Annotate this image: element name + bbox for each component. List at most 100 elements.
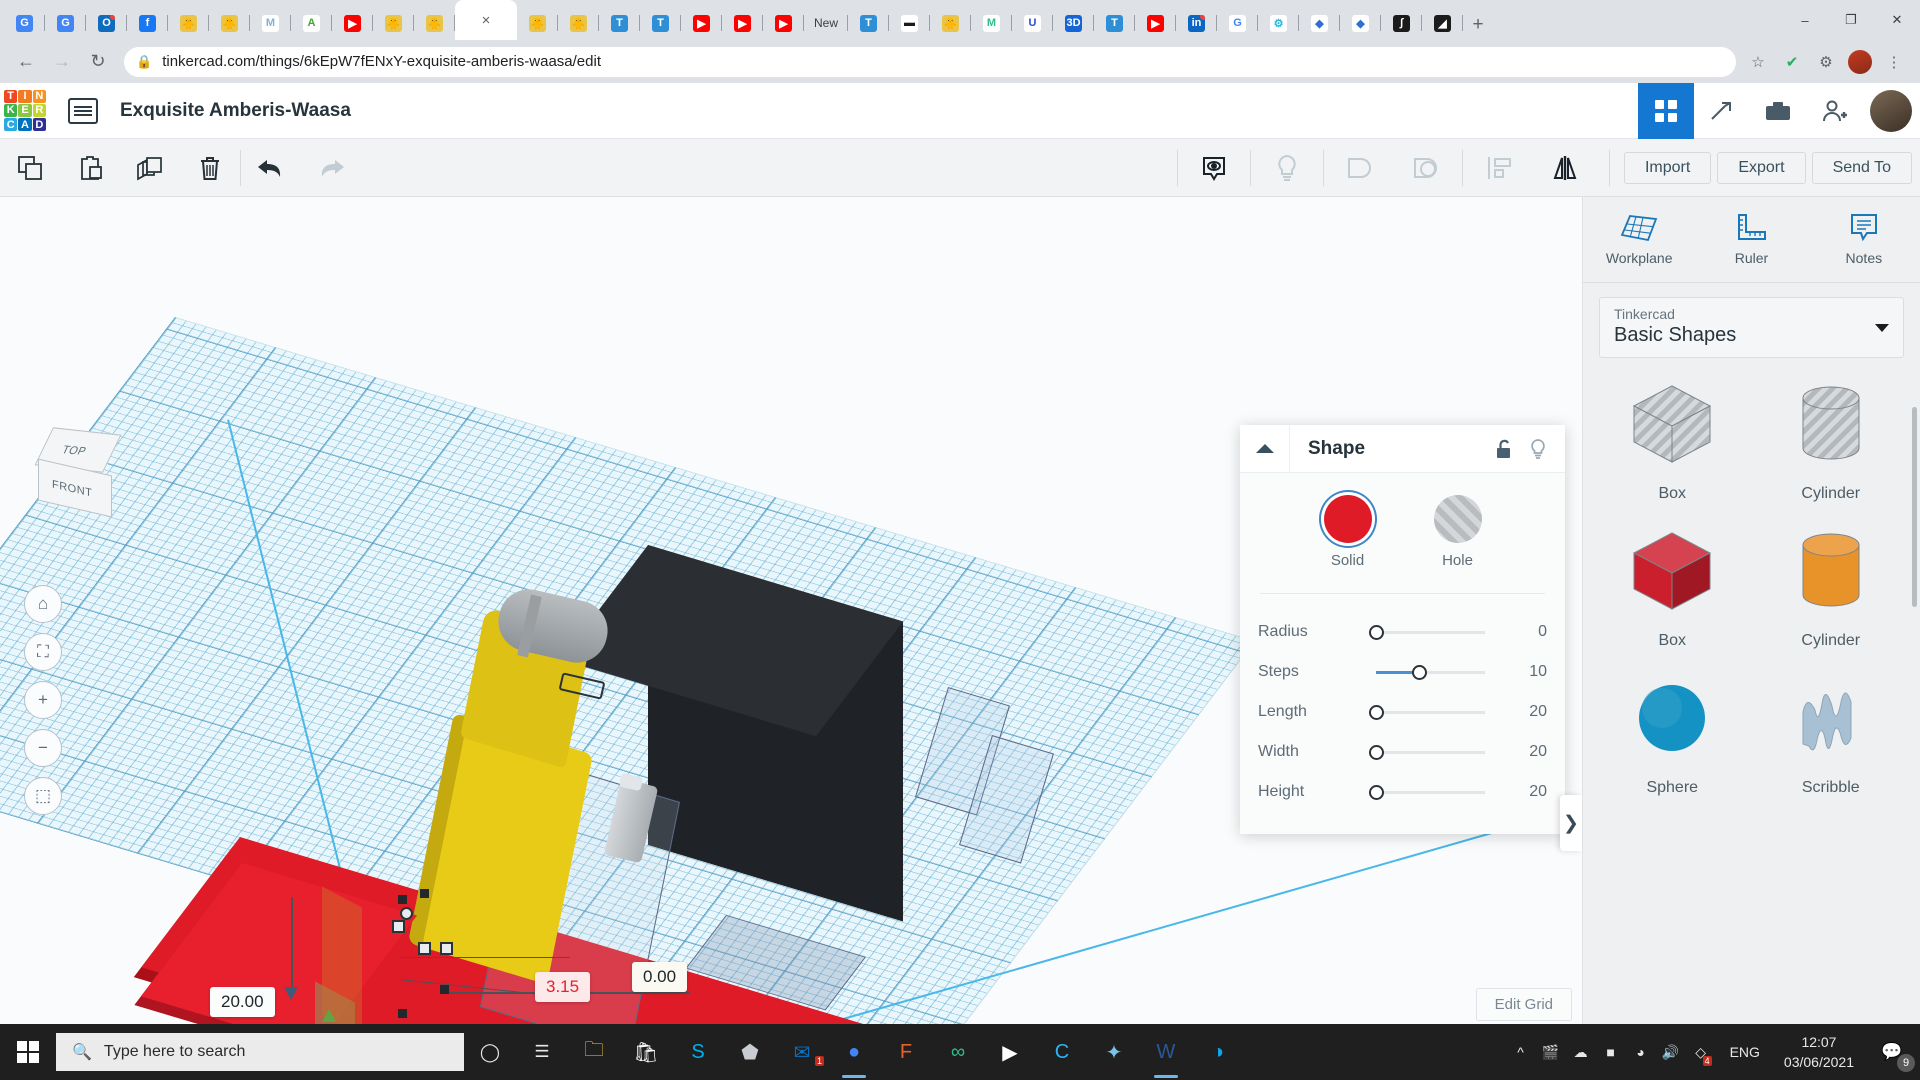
windows-start-icon[interactable]	[0, 1024, 56, 1080]
delete-button[interactable]	[180, 139, 240, 197]
resize-handle-e[interactable]	[440, 942, 453, 955]
tab-strip[interactable]: GGOf🐥🐥MA▶🐥🐥×🐥🐥TT▶▶▶NewT▬🐥MU3DT▶inG⚙◆◆∫◢+	[0, 0, 1920, 40]
windows-taskbar[interactable]: 🔍 Type here to search ◯ ☰ 🗀🛍S⬟✉1●F∞▶C✦W◑…	[0, 1024, 1920, 1080]
browser-tab-tinkercad[interactable]: 🐥	[558, 6, 599, 40]
taskbar-mail[interactable]: ✉1	[776, 1024, 828, 1080]
taskbar-cool-app[interactable]: C	[1036, 1024, 1088, 1080]
maximize-button[interactable]: ❐	[1828, 0, 1874, 40]
caret-up-icon[interactable]	[1240, 425, 1290, 473]
view-cube[interactable]: TOP FRONT	[30, 429, 126, 515]
shape-box-hole[interactable]: Box	[1593, 378, 1752, 503]
dim-elevation-label[interactable]: 0.00	[632, 962, 687, 992]
gallery-icon[interactable]	[1750, 83, 1806, 139]
shape-type-swatches[interactable]: Solid Hole	[1240, 495, 1565, 587]
unlock-icon[interactable]	[1487, 425, 1521, 473]
copy-button[interactable]	[0, 139, 60, 197]
edit-grid-button[interactable]: Edit Grid	[1476, 988, 1572, 1021]
tinkercad-logo[interactable]: TINKERCAD	[4, 90, 46, 132]
paste-button[interactable]	[60, 139, 120, 197]
property-slider-width[interactable]	[1348, 741, 1503, 763]
hole-pattern-circle[interactable]	[1434, 495, 1482, 543]
browser-tab-youtube[interactable]: ▶	[763, 6, 804, 40]
onedrive-icon[interactable]: ☁	[1566, 1024, 1596, 1080]
property-slider-steps[interactable]	[1348, 661, 1503, 683]
resize-handle-b[interactable]	[398, 895, 407, 904]
rotate-handle[interactable]	[400, 907, 413, 920]
reload-icon[interactable]: ↻	[82, 46, 114, 78]
browser-tab-new-tab-text[interactable]: New	[804, 6, 848, 40]
new-tab-button[interactable]: +	[1463, 10, 1493, 40]
browser-tab-mega[interactable]: M	[250, 6, 291, 40]
profile-avatar[interactable]	[1848, 50, 1872, 74]
browser-tab-google[interactable]: G	[1217, 6, 1258, 40]
shape-cylinder-hole[interactable]: Cylinder	[1752, 378, 1911, 503]
forward-arrow-icon[interactable]: →	[46, 46, 78, 78]
export-button[interactable]: Export	[1717, 152, 1805, 184]
resize-handle-d[interactable]	[418, 942, 431, 955]
zoom-in-button[interactable]: +	[24, 681, 62, 719]
shape-scribble-thumbnail[interactable]	[1783, 672, 1879, 769]
browser-tab-outlook[interactable]: O	[86, 6, 127, 40]
chrome-menu-icon[interactable]: ⋮	[1882, 50, 1906, 74]
workspace[interactable]: TOP FRONT ⌂⛶+−⬚ 20.00 20.00 3.15 3.15 -1…	[0, 197, 1920, 1080]
taskbar-foxit-reader[interactable]: F	[880, 1024, 932, 1080]
panel-collapse-toggle[interactable]: ❯	[1560, 795, 1582, 851]
taskbar-skype[interactable]: S	[672, 1024, 724, 1080]
shape-box-hole-thumbnail[interactable]	[1624, 378, 1720, 475]
url-bar[interactable]: 🔒 tinkercad.com/things/6kEpW7fENxY-exqui…	[124, 47, 1736, 77]
taskbar-pixel-app[interactable]: ✦	[1088, 1024, 1140, 1080]
browser-tab-udemy[interactable]: U	[1012, 6, 1053, 40]
bookmark-star-icon[interactable]: ☆	[1746, 50, 1770, 74]
browser-tab-youtube[interactable]: ▶	[332, 6, 373, 40]
fit-view-button[interactable]: ⛶	[24, 633, 62, 671]
checkmark-extension-icon[interactable]: ✔	[1780, 50, 1804, 74]
extension-icon[interactable]: ⚙	[1814, 50, 1838, 74]
property-slider-radius[interactable]	[1348, 621, 1503, 643]
taskbar-video-app[interactable]: ▶	[984, 1024, 1036, 1080]
sidebar-tools[interactable]: Workplane Ruler Notes	[1583, 197, 1920, 283]
browser-tab-youtube[interactable]: ▶	[681, 6, 722, 40]
taskbar-google-chrome[interactable]: ●	[828, 1024, 880, 1080]
browser-tab-google-translate[interactable]: G	[45, 6, 86, 40]
sidebar-scrollbar[interactable]	[1912, 407, 1917, 607]
shapes-sidebar[interactable]: Workplane Ruler Notes Tinkercad Basic Sh…	[1582, 197, 1920, 1080]
shape-scribble[interactable]: Scribble	[1752, 672, 1911, 797]
volume-icon[interactable]: 🔊	[1656, 1024, 1686, 1080]
close-window-button[interactable]: ✕	[1874, 0, 1920, 40]
browser-tab-book-blue[interactable]: ◆	[1340, 6, 1381, 40]
sendto-button[interactable]: Send To	[1812, 152, 1912, 184]
home-view-button[interactable]: ⌂	[24, 585, 62, 623]
browser-tab-thingiverse[interactable]: T	[1094, 6, 1135, 40]
shape-box-red-thumbnail[interactable]	[1624, 525, 1720, 622]
browser-tab-youtube[interactable]: ▶	[722, 6, 763, 40]
duplicate-button[interactable]	[120, 139, 180, 197]
shape-cylinder-hole-thumbnail[interactable]	[1783, 378, 1879, 475]
shape-sphere-blue-thumbnail[interactable]	[1624, 672, 1720, 769]
add-user-icon[interactable]	[1806, 83, 1862, 139]
browser-tab-dark-site[interactable]: ◢	[1422, 6, 1463, 40]
zoom-out-button[interactable]: −	[24, 729, 62, 767]
shape-sphere-blue[interactable]: Sphere	[1593, 672, 1752, 797]
cortana-icon[interactable]: ◯	[464, 1024, 516, 1080]
property-slider-length[interactable]	[1348, 701, 1503, 723]
notes-tool[interactable]: Notes	[1808, 197, 1920, 282]
chevron-down-icon[interactable]	[1875, 324, 1889, 332]
browser-tab-3d-site[interactable]: 3D	[1053, 6, 1094, 40]
solid-swatch[interactable]: Solid	[1324, 495, 1372, 569]
wifi-icon[interactable]: ◕	[1626, 1024, 1656, 1080]
browser-tab-facebook[interactable]: f	[127, 6, 168, 40]
browser-tab-thingiverse[interactable]: T	[848, 6, 889, 40]
task-view-icon[interactable]: ☰	[516, 1024, 568, 1080]
ortho-view-button[interactable]: ⬚	[24, 777, 62, 815]
browser-tab-youtube[interactable]: ▶	[1135, 6, 1176, 40]
browser-tab-tinkercad[interactable]: 🐥	[517, 6, 558, 40]
browser-tab-google-translate[interactable]: G	[4, 6, 45, 40]
search-input[interactable]: 🔍 Type here to search	[56, 1033, 464, 1071]
browser-tab-3d-bug[interactable]: ⚙	[1258, 6, 1299, 40]
browser-tab-book-blue[interactable]: ◆	[1299, 6, 1340, 40]
resize-handle-a[interactable]	[392, 920, 405, 933]
browser-tab-warby-parker[interactable]: ▬	[889, 6, 930, 40]
browser-tab-tinkercad[interactable]: 🐥	[414, 6, 455, 40]
browser-tab-linkedin[interactable]: in	[1176, 6, 1217, 40]
shape-property-sliders[interactable]: Radius0Steps10Length20Width20Height20	[1240, 594, 1565, 834]
